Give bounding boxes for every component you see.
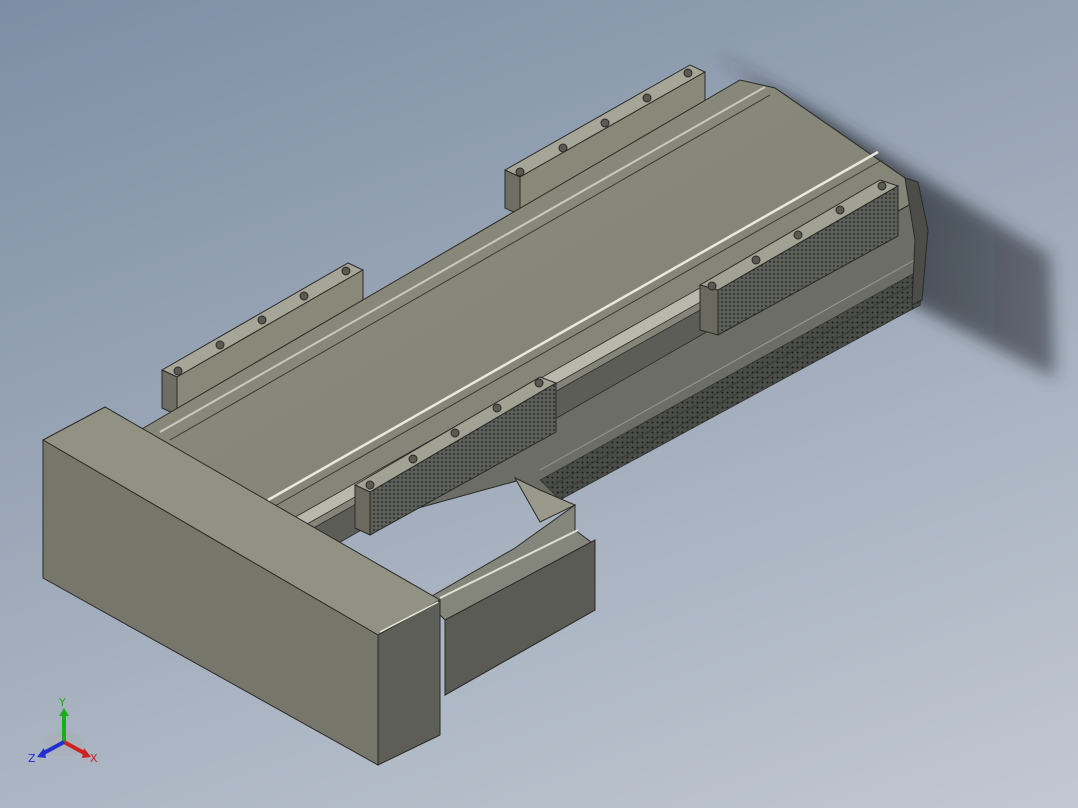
actuator-body: [138, 79, 929, 549]
y-axis-arrow: [59, 708, 69, 716]
view-orientation-triad[interactable]: Y X Z: [28, 694, 104, 770]
graphics-viewport[interactable]: Y X Z: [0, 0, 1078, 808]
motor-adapter: [424, 476, 596, 696]
z-axis-label: Z: [28, 752, 36, 765]
model-3d-view[interactable]: [0, 0, 1078, 808]
x-axis-label: X: [90, 752, 98, 765]
y-axis-label: Y: [58, 696, 66, 709]
z-axis-arrow: [37, 748, 46, 758]
